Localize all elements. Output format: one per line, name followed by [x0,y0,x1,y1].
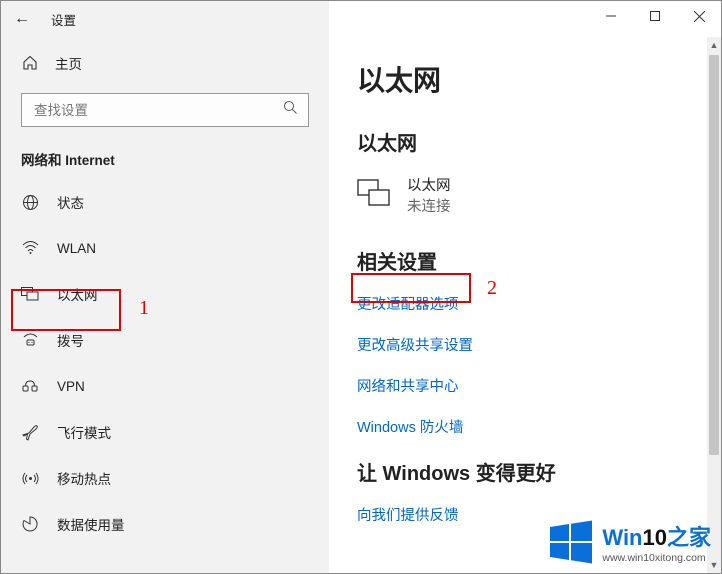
dialup-icon [21,333,39,347]
home-button[interactable]: 主页 [1,43,329,83]
sidebar-item-airplane[interactable]: 飞行模式 [1,409,329,455]
sidebar-item-dialup[interactable]: 拨号 [1,317,329,363]
sidebar-item-label: 以太网 [57,284,98,304]
sidebar-item-label: 飞行模式 [57,422,111,442]
sidebar-section-label: 网络和 Internet [1,145,329,179]
scrollbar[interactable]: ▲ ▼ [707,37,721,573]
sidebar-item-label: 数据使用量 [57,514,125,534]
sidebar-item-label: 状态 [57,192,84,212]
airplane-icon [21,424,39,441]
search-field[interactable] [32,102,232,119]
home-label: 主页 [55,53,82,73]
ethernet-icon [21,287,39,301]
sidebar-item-ethernet[interactable]: 以太网 [1,271,329,317]
vpn-icon [21,379,39,393]
page-title: 以太网 [357,59,697,99]
wifi-icon [21,241,39,255]
home-icon [21,55,39,71]
maximize-button[interactable] [633,1,677,31]
datausage-icon [21,516,39,532]
sidebar-item-datausage[interactable]: 数据使用量 [1,501,329,547]
ethernet-adapter-icon [357,179,391,212]
sidebar-item-vpn[interactable]: VPN [1,363,329,409]
sidebar-item-label: VPN [57,379,85,394]
link-adapter-options[interactable]: 更改适配器选项 [357,293,697,314]
search-input[interactable] [21,93,309,127]
scroll-up-icon[interactable]: ▲ [707,37,721,53]
ethernet-status-row[interactable]: 以太网 未连接 [357,174,697,216]
hotspot-icon [21,470,39,487]
sidebar: 主页 网络和 Internet 状态 WLAN [1,37,329,573]
link-advanced-sharing[interactable]: 更改高级共享设置 [357,334,697,355]
sidebar-item-wlan[interactable]: WLAN [1,225,329,271]
window-title: 设置 [43,10,76,29]
ethernet-status: 未连接 [407,195,451,216]
sidebar-item-label: 移动热点 [57,468,111,488]
sidebar-item-status[interactable]: 状态 [1,179,329,225]
main-panel: 以太网 以太网 以太网 未连接 相关设置 更改适配器选项 更改高级共享设置 网络… [329,37,721,573]
close-button[interactable] [677,1,721,31]
back-button[interactable]: ← [1,10,43,28]
titlebar: ← 设置 [1,1,721,37]
ethernet-name: 以太网 [407,174,451,195]
sidebar-item-label: WLAN [57,241,96,256]
globe-icon [21,194,39,211]
minimize-button[interactable] [589,1,633,31]
section-ethernet-heading: 以太网 [357,127,697,156]
section-feedback-heading: 让 Windows 变得更好 [357,457,697,486]
scroll-thumb[interactable] [709,55,719,455]
watermark: Win10之家 www.win10xitong.com [548,519,711,565]
watermark-brand: Win10之家 [602,520,711,552]
search-icon [283,100,298,120]
link-network-center[interactable]: 网络和共享中心 [357,375,697,396]
link-windows-firewall[interactable]: Windows 防火墙 [357,416,697,437]
watermark-url: www.win10xitong.com [602,552,711,564]
windows-logo-icon [548,519,594,565]
section-related-heading: 相关设置 [357,246,697,275]
sidebar-item-label: 拨号 [57,330,84,350]
sidebar-item-hotspot[interactable]: 移动热点 [1,455,329,501]
